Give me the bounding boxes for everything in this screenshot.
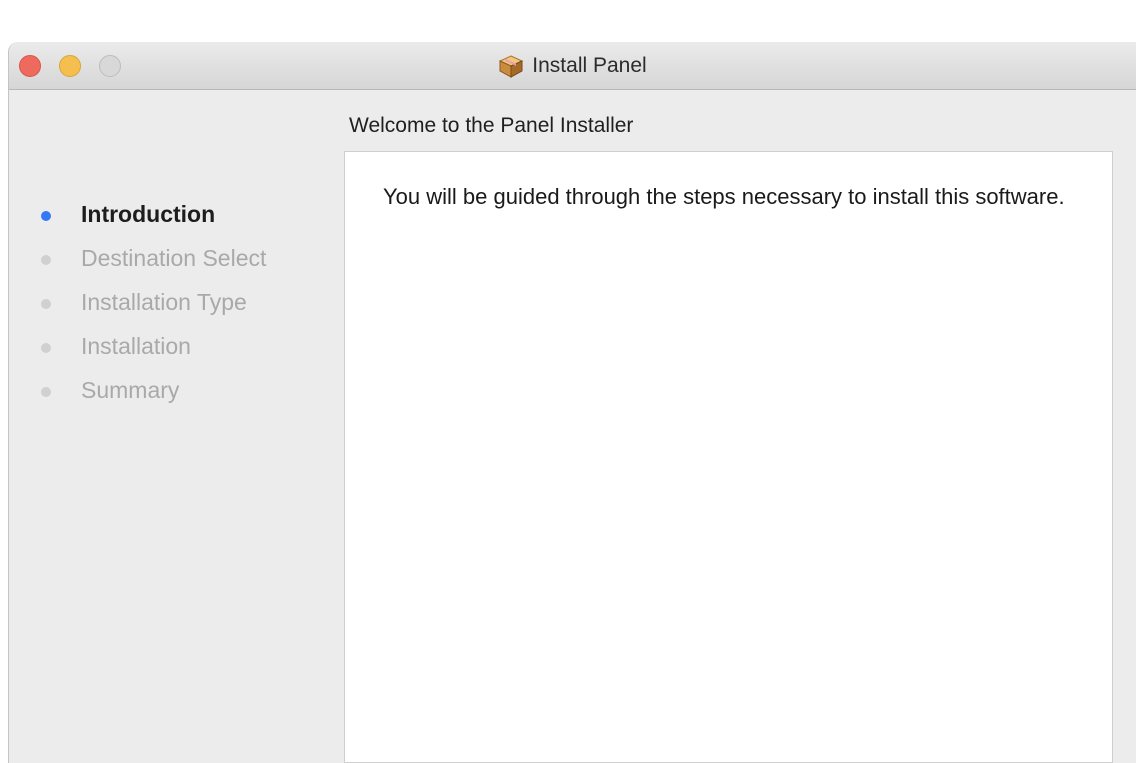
step-introduction: Introduction [39,192,266,236]
step-bullet-icon [41,343,51,353]
step-label: Summary [81,376,180,403]
step-label: Introduction [81,200,216,227]
step-bullet-icon [41,387,51,397]
package-icon [498,54,524,78]
step-summary: Summary [39,368,266,412]
content-panel: You will be guided through the steps nec… [344,151,1113,763]
installer-steps: Introduction Destination Select Installa… [39,192,266,412]
window-title: Install Panel [532,53,647,77]
installer-window: Install Panel Welcome to the Panel Insta… [8,42,1136,763]
introduction-text: You will be guided through the steps nec… [383,184,1065,209]
title-bar[interactable]: Install Panel [9,42,1136,90]
step-destination-select: Destination Select [39,236,266,280]
step-label: Destination Select [81,244,267,271]
step-installation: Installation [39,324,266,368]
window-title-group: Install Panel [9,42,1136,89]
step-installation-type: Installation Type [39,280,266,324]
page-title: Welcome to the Panel Installer [349,114,634,137]
step-bullet-icon [41,211,51,221]
step-label: Installation [81,332,191,359]
step-label: Installation Type [81,288,247,315]
step-bullet-icon [41,299,51,309]
step-bullet-icon [41,255,51,265]
